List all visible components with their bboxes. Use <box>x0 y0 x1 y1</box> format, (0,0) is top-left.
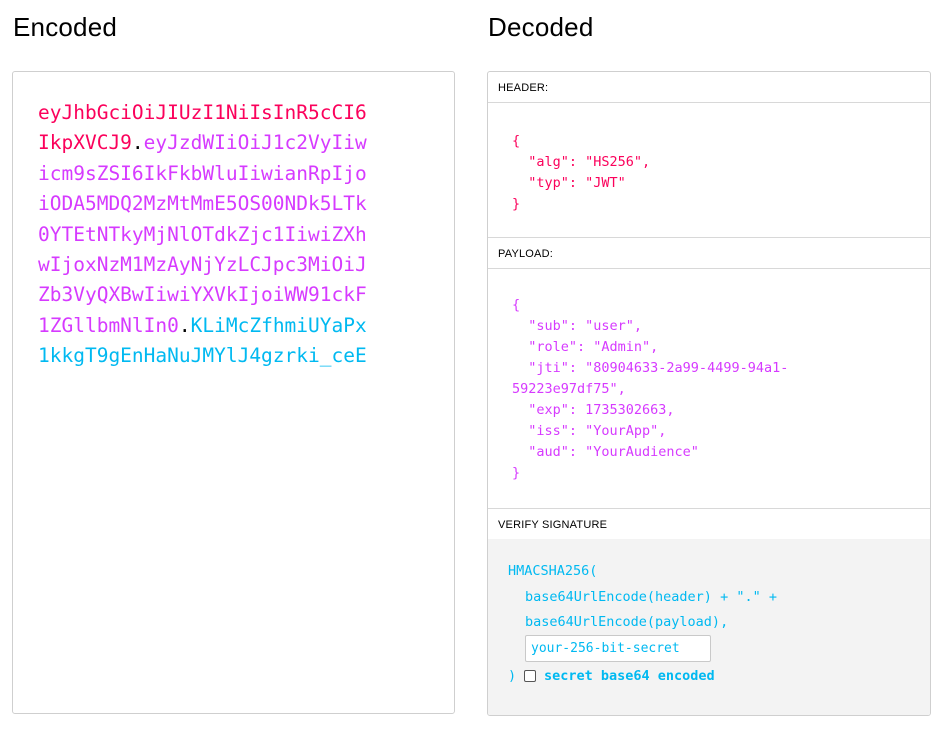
decoded-title: Decoded <box>488 12 594 42</box>
header-json[interactable]: { "alg": "HS256", "typ": "JWT" } <box>512 131 650 215</box>
header-section-label: HEADER: <box>488 72 930 103</box>
verify-signature-label: VERIFY SIGNATURE <box>488 509 930 540</box>
secret-base64-checkbox[interactable] <box>524 670 536 682</box>
token-payload-line: wIjoxNzM1MzAyNjYzLCJpc3MiOiJ <box>38 253 367 277</box>
token-dot: . <box>131 131 144 155</box>
secret-base64-label[interactable]: secret base64 encoded <box>544 668 715 684</box>
hmac-function-open: HMACSHA256( <box>508 563 598 579</box>
encoded-token-text[interactable]: eyJhbGciOiJIUzI1NiIsInR5cCI6 IkpXVCJ9.ey… <box>38 98 367 372</box>
token-signature-line: 1kkgT9gEnHaNuJMYlJ4gzrki_ceE <box>38 344 367 368</box>
token-payload-line: eyJzdWIiOiJ1c2VyIiw <box>143 131 367 155</box>
payload-json[interactable]: { "sub": "user", "role": "Admin", "jti":… <box>512 295 788 484</box>
payload-json-editor[interactable]: { "sub": "user", "role": "Admin", "jti":… <box>488 269 930 509</box>
secret-input[interactable] <box>525 635 711 662</box>
hmac-header-expr: base64UrlEncode(header) + "." + <box>525 589 777 605</box>
decoded-panel: HEADER: { "alg": "HS256", "typ": "JWT" }… <box>487 71 931 716</box>
encoded-token-editor[interactable]: eyJhbGciOiJIUzI1NiIsInR5cCI6 IkpXVCJ9.ey… <box>12 71 455 714</box>
token-payload-part: eyJzdWIiOiJ1c2VyIiw icm9sZSI6IkFkbWluIiw… <box>38 131 367 336</box>
token-header-line: eyJhbGciOiJIUzI1NiIsInR5cCI6 <box>38 101 367 124</box>
payload-section-label: PAYLOAD: <box>488 238 930 269</box>
hmac-payload-expr: base64UrlEncode(payload), <box>525 614 729 630</box>
token-dot: . <box>178 313 191 337</box>
token-signature-line: KLiMcZfhmiUYaPx <box>190 313 367 337</box>
hmac-function-close: ) <box>508 668 517 684</box>
header-json-editor[interactable]: { "alg": "HS256", "typ": "JWT" } <box>488 103 930 238</box>
verify-signature-section: HMACSHA256( base64UrlEncode(header) + ".… <box>488 539 930 715</box>
token-payload-line: 1ZGllbmNlIn0 <box>38 313 179 337</box>
token-header-line: IkpXVCJ9 <box>38 131 132 155</box>
token-payload-line: icm9sZSI6IkFkbWluIiwianRpIjo <box>38 161 367 185</box>
encoded-title: Encoded <box>13 12 118 42</box>
token-payload-line: 0YTEtNTkyMjNlOTdkZjc1IiwiZXh <box>38 222 367 246</box>
token-payload-line: Zb3VyQXBwIiwiYXVkIjoiWW91ckF <box>38 283 367 307</box>
token-payload-line: iODA5MDQ2MzMtMmE5OS00NDk5LTk <box>38 192 367 216</box>
